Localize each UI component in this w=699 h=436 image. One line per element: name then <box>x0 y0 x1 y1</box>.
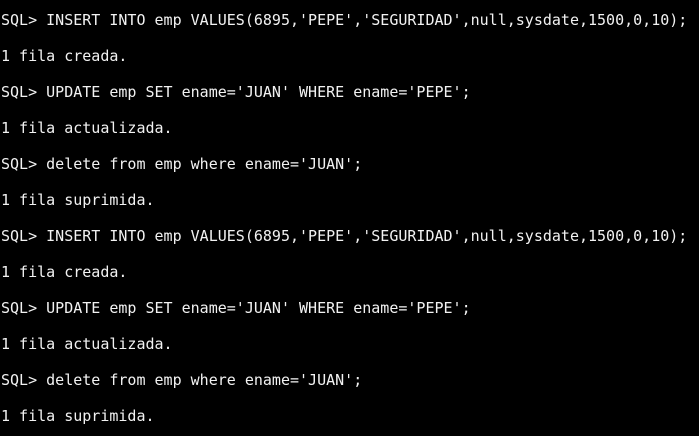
sql-output-line: 1 fila actualizada. <box>1 335 173 353</box>
sql-output-line: 1 fila suprimida. <box>1 191 155 209</box>
sql-command-line: SQL> INSERT INTO emp VALUES(6895,'PEPE',… <box>1 11 688 29</box>
sql-output-line: 1 fila actualizada. <box>1 119 173 137</box>
sql-output-line: 1 fila creada. <box>1 263 128 281</box>
sql-output-line: 1 fila suprimida. <box>1 407 155 425</box>
sql-command-line: SQL> delete from emp where ename='JUAN'; <box>1 371 363 389</box>
sql-command-line: SQL> INSERT INTO emp VALUES(6895,'PEPE',… <box>1 227 688 245</box>
sql-output-line: 1 fila creada. <box>1 47 128 65</box>
terminal-window[interactable]: SQL> INSERT INTO emp VALUES(6895,'PEPE',… <box>0 0 699 436</box>
sql-command-line: SQL> UPDATE emp SET ename='JUAN' WHERE e… <box>1 299 471 317</box>
sql-command-line: SQL> UPDATE emp SET ename='JUAN' WHERE e… <box>1 83 471 101</box>
sql-command-line: SQL> delete from emp where ename='JUAN'; <box>1 155 363 173</box>
